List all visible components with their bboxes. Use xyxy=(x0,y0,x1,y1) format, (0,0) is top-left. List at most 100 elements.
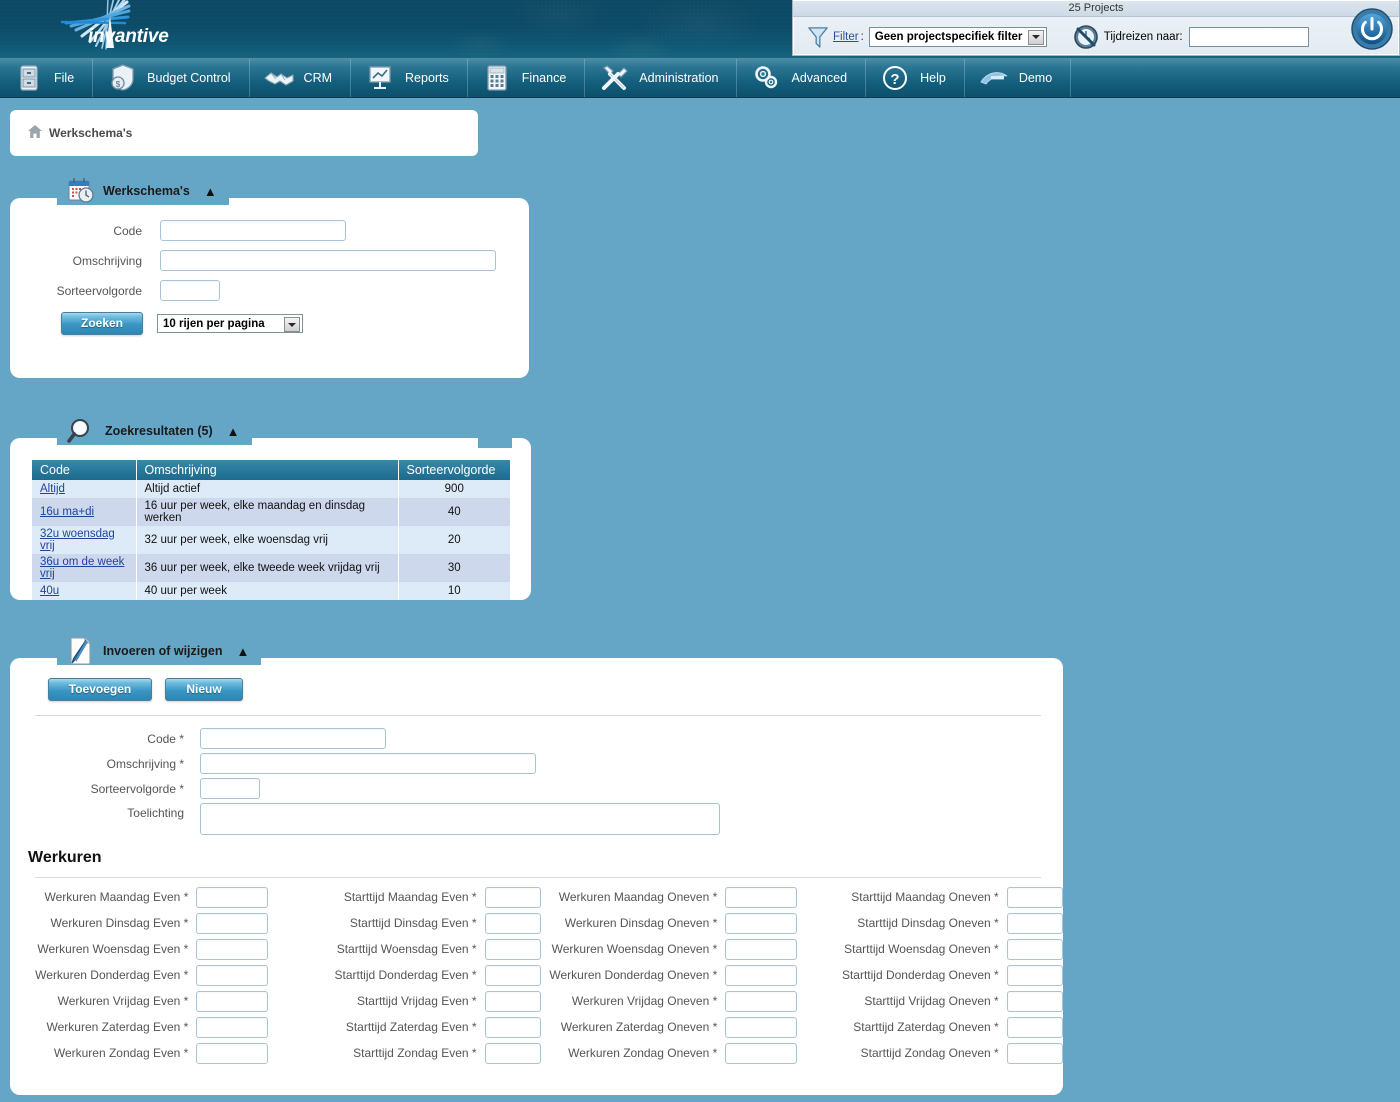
input-werkuren-woensdag-even[interactable] xyxy=(196,938,269,960)
input-starttijd-donderdag-even[interactable] xyxy=(484,964,541,986)
toevoegen-button[interactable]: Toevoegen xyxy=(48,678,152,701)
cell-omschrijving: 36 uur per week, elke tweede week vrijda… xyxy=(136,554,399,582)
search-input-code[interactable] xyxy=(160,220,346,241)
input-werkuren-maandag-even[interactable] xyxy=(196,886,269,908)
menu-item-advanced[interactable]: Advanced xyxy=(737,58,865,98)
chevron-down-icon[interactable] xyxy=(1027,29,1044,45)
rows-per-page-select[interactable]: 10 rijen per pagina xyxy=(157,314,303,333)
chevron-up-icon[interactable]: ▲ xyxy=(227,425,240,438)
edit-input-omschrijving[interactable] xyxy=(200,753,536,774)
input-werkuren-vrijdag-oneven[interactable] xyxy=(725,990,798,1012)
input-starttijd-zondag-even[interactable] xyxy=(484,1042,541,1064)
table-row[interactable]: 36u om de week vrij 36 uur per week, elk… xyxy=(32,554,510,582)
input-werkuren-dinsdag-even[interactable] xyxy=(196,912,269,934)
row-link-code[interactable]: 40u xyxy=(40,585,59,597)
menu-item-crm[interactable]: CRM xyxy=(250,58,350,98)
tab-stub-secondary[interactable] xyxy=(478,420,512,448)
edit-panel: Toevoegen Nieuw Code * Omschrijving * So… xyxy=(10,658,1063,1095)
edit-input-toelichting[interactable] xyxy=(200,803,720,835)
row-link-code[interactable]: 16u ma+di xyxy=(40,506,94,518)
home-icon xyxy=(28,125,42,141)
menu-item-demo[interactable]: Demo xyxy=(965,58,1070,98)
row-link-code[interactable]: 32u woensdag vrij xyxy=(40,528,115,552)
menu-item-budget-control[interactable]: $ Budget Control xyxy=(93,58,248,98)
menu-item-administration[interactable]: Administration xyxy=(585,58,736,98)
table-row[interactable]: 32u woensdag vrij 32 uur per week, elke … xyxy=(32,526,510,554)
input-werkuren-donderdag-oneven[interactable] xyxy=(725,964,798,986)
chevron-up-icon[interactable]: ▲ xyxy=(204,185,217,198)
menu-item-reports[interactable]: Reports xyxy=(351,58,467,98)
menu-item-help[interactable]: ? Help xyxy=(866,58,964,98)
search-button[interactable]: Zoeken xyxy=(61,312,143,335)
filter-link[interactable]: Filter xyxy=(833,31,859,43)
search-field-sorteervolgorde: Sorteervolgorde xyxy=(32,280,529,301)
input-werkuren-maandag-oneven[interactable] xyxy=(725,886,798,908)
input-starttijd-dinsdag-even[interactable] xyxy=(484,912,541,934)
input-werkuren-zondag-even[interactable] xyxy=(196,1042,269,1064)
input-werkuren-donderdag-even[interactable] xyxy=(196,964,269,986)
edit-input-code[interactable] xyxy=(200,728,386,749)
input-starttijd-dinsdag-oneven[interactable] xyxy=(1006,912,1063,934)
input-werkuren-zaterdag-oneven[interactable] xyxy=(725,1016,798,1038)
label-werkuren-vrijdag-oneven: Werkuren Vrijdag Oneven * xyxy=(571,994,718,1008)
presentation-chart-icon xyxy=(365,63,395,93)
search-input-sorteervolgorde[interactable] xyxy=(160,280,220,301)
project-filter-select[interactable]: Geen projectspecifiek filter xyxy=(868,26,1047,47)
cell-code: 32u woensdag vrij xyxy=(32,526,137,554)
input-starttijd-maandag-even[interactable] xyxy=(484,886,541,908)
menu-item-finance[interactable]: Finance xyxy=(468,58,584,98)
input-starttijd-zaterdag-even[interactable] xyxy=(484,1016,541,1038)
brand-logo[interactable]: invantive xyxy=(30,0,200,58)
projects-count: 25 Projects xyxy=(793,1,1399,17)
label-starttijd-dinsdag-oneven: Starttijd Dinsdag Oneven * xyxy=(857,916,999,930)
label-werkuren-dinsdag-even: Werkuren Dinsdag Even * xyxy=(50,916,189,930)
clock-no-icon[interactable] xyxy=(1073,24,1099,50)
edit-field-toelichting: Toelichting xyxy=(10,803,1063,835)
chevron-up-icon[interactable]: ▲ xyxy=(236,645,249,658)
search-input-omschrijving[interactable] xyxy=(160,250,496,271)
cell-sorteervolgorde: 20 xyxy=(398,526,510,554)
tab-zoekresultaten[interactable]: Zoekresultaten (5) ▲ xyxy=(57,417,252,445)
input-starttijd-woensdag-even[interactable] xyxy=(484,938,541,960)
label-starttijd-zondag-oneven: Starttijd Zondag Oneven * xyxy=(860,1046,999,1060)
input-starttijd-maandag-oneven[interactable] xyxy=(1006,886,1063,908)
column-header-code[interactable]: Code xyxy=(32,460,137,480)
input-werkuren-zondag-oneven[interactable] xyxy=(725,1042,798,1064)
table-row[interactable]: 16u ma+di 16 uur per week, elke maandag … xyxy=(32,498,510,526)
column-header-omschrijving[interactable]: Omschrijving xyxy=(136,460,399,480)
label-werkuren-zaterdag-even: Werkuren Zaterdag Even * xyxy=(46,1020,189,1034)
input-starttijd-zondag-oneven[interactable] xyxy=(1006,1042,1063,1064)
menu-item-file[interactable]: File xyxy=(0,58,92,98)
input-starttijd-woensdag-oneven[interactable] xyxy=(1006,938,1063,960)
label-code: Code xyxy=(113,223,142,238)
input-starttijd-vrijdag-oneven[interactable] xyxy=(1006,990,1063,1012)
top-filter-bar: 25 Projects Filter : Geen projectspecifi… xyxy=(792,0,1400,56)
filter-colon: : xyxy=(860,30,864,43)
cell-sorteervolgorde: 900 xyxy=(398,480,510,498)
table-row[interactable]: Altijd Altijd actief 900 xyxy=(32,480,510,498)
input-werkuren-woensdag-oneven[interactable] xyxy=(725,938,798,960)
label-starttijd-zondag-even: Starttijd Zondag Even * xyxy=(353,1046,477,1060)
input-werkuren-vrijdag-even[interactable] xyxy=(196,990,269,1012)
chevron-down-icon[interactable] xyxy=(284,317,300,332)
input-werkuren-dinsdag-oneven[interactable] xyxy=(725,912,798,934)
label-werkuren-zondag-even: Werkuren Zondag Even * xyxy=(53,1046,189,1060)
input-starttijd-donderdag-oneven[interactable] xyxy=(1006,964,1063,986)
column-header-sorteervolgorde[interactable]: Sorteervolgorde xyxy=(398,460,510,480)
edit-input-sorteervolgorde[interactable] xyxy=(200,778,260,799)
tab-invoeren-of-wijzigen[interactable]: Invoeren of wijzigen ▲ xyxy=(57,637,262,665)
input-starttijd-zaterdag-oneven[interactable] xyxy=(1006,1016,1063,1038)
cell-code: 36u om de week vrij xyxy=(32,554,137,582)
input-starttijd-vrijdag-even[interactable] xyxy=(484,990,541,1012)
label-starttijd-maandag-oneven: Starttijd Maandag Oneven * xyxy=(851,890,999,904)
menu-label-demo: Demo xyxy=(1018,70,1053,85)
nieuw-button[interactable]: Nieuw xyxy=(165,678,243,701)
input-werkuren-zaterdag-even[interactable] xyxy=(196,1016,269,1038)
breadcrumb[interactable]: Werkschema's xyxy=(10,110,478,156)
table-row[interactable]: 40u 40 uur per week 10 xyxy=(32,582,510,600)
row-link-code[interactable]: Altijd xyxy=(40,483,65,495)
timetravel-input[interactable] xyxy=(1188,26,1309,47)
tab-werkschemas[interactable]: Werkschema's ▲ xyxy=(57,177,229,205)
row-link-code[interactable]: 36u om de week vrij xyxy=(40,556,124,580)
power-icon[interactable] xyxy=(1351,8,1393,50)
